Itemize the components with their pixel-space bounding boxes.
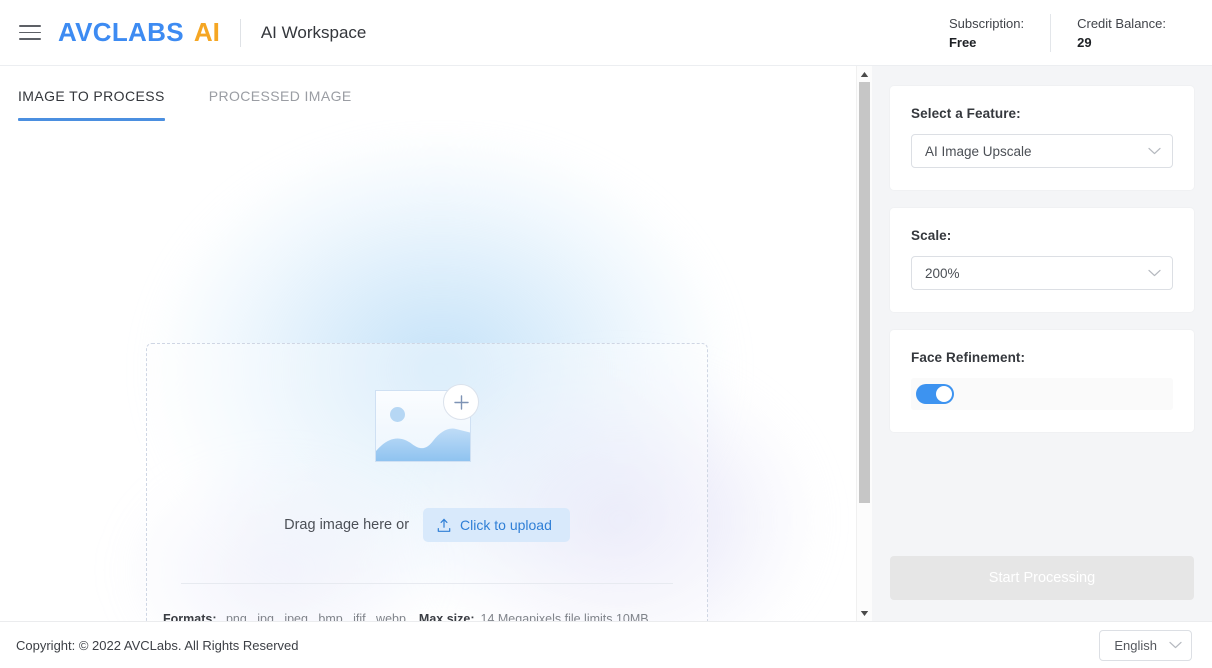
language-select-value: English <box>1114 637 1157 653</box>
feature-card: Select a Feature: AI Image Upscale <box>890 86 1194 190</box>
app-footer: Copyright: © 2022 AVCLabs. All Rights Re… <box>0 621 1212 668</box>
scrollbar-track[interactable] <box>857 82 873 605</box>
hamburger-line <box>19 31 41 34</box>
body: IMAGE TO PROCESS PROCESSED IMAGE Drag im… <box>0 66 1212 621</box>
dropzone-meta: Formats: .png, .jpg, .jpeg, .bmp, .jfif,… <box>147 612 707 621</box>
hamburger-line <box>19 38 41 40</box>
click-to-upload-label: Click to upload <box>460 517 552 533</box>
formats-value: .png, .jpg, .jpeg, .bmp, .jfif, .webp <box>222 612 406 621</box>
upload-icon <box>437 518 451 532</box>
header-right: Subscription: Free Credit Balance: 29 <box>923 13 1192 52</box>
hamburger-line <box>19 25 41 27</box>
settings-panel: Select a Feature: AI Image Upscale Scale… <box>872 66 1212 621</box>
chevron-down-icon <box>1148 147 1161 155</box>
dropzone-divider <box>181 583 673 584</box>
caret-down-icon <box>860 610 869 616</box>
max-size-value: 14 Megapixels file limits 10MB <box>480 612 649 621</box>
app-header: AVCLABS AI AI Workspace Subscription: Fr… <box>0 0 1212 66</box>
main-content: IMAGE TO PROCESS PROCESSED IMAGE Drag im… <box>0 66 856 621</box>
feature-select[interactable]: AI Image Upscale <box>911 134 1173 168</box>
scrollbar-down-button[interactable] <box>857 605 873 621</box>
face-refinement-label: Face Refinement: <box>911 350 1026 365</box>
image-dropzone[interactable]: Drag image here or Click to upload Forma… <box>146 343 708 621</box>
scale-select[interactable]: 200% <box>911 256 1173 290</box>
upload-canvas: Drag image here or Click to upload Forma… <box>0 120 856 621</box>
language-select[interactable]: English <box>1099 629 1192 661</box>
formats-label: Formats: <box>163 612 217 621</box>
click-to-upload-button[interactable]: Click to upload <box>423 508 570 542</box>
scrollbar-up-button[interactable] <box>857 66 873 82</box>
credit-balance-label: Credit Balance: <box>1077 15 1166 31</box>
app-root: AVCLABS AI AI Workspace Subscription: Fr… <box>0 0 1212 668</box>
tab-bar: IMAGE TO PROCESS PROCESSED IMAGE <box>0 66 856 121</box>
chevron-down-icon <box>1169 636 1182 654</box>
drag-hint-label: Drag image here or <box>284 517 410 533</box>
caret-up-icon <box>860 71 869 77</box>
tab-image-to-process[interactable]: IMAGE TO PROCESS <box>18 88 165 121</box>
image-placeholder-sun-icon <box>390 407 405 422</box>
image-placeholder-icon <box>375 384 479 462</box>
chevron-down-icon <box>1148 269 1161 277</box>
page-title: AI Workspace <box>260 22 367 42</box>
copyright-text: Copyright: © 2022 AVCLabs. All Rights Re… <box>16 637 299 653</box>
subscription-value: Free <box>948 34 977 50</box>
subscription-status: Subscription: Free <box>923 14 1050 52</box>
scale-label: Scale: <box>911 228 952 243</box>
drag-upload-row: Drag image here or Click to upload <box>284 508 570 542</box>
face-refinement-card: Face Refinement: <box>890 330 1194 432</box>
scale-select-value: 200% <box>925 265 960 281</box>
logo-ai[interactable]: AI <box>194 17 220 48</box>
tab-processed-image[interactable]: PROCESSED IMAGE <box>209 88 352 120</box>
scrollbar-thumb[interactable] <box>858 82 870 503</box>
credit-balance-value: 29 <box>1077 34 1092 50</box>
start-processing-button[interactable]: Start Processing <box>890 556 1194 600</box>
feature-label: Select a Feature: <box>911 106 1021 121</box>
toggle-knob <box>936 386 952 402</box>
credit-balance: Credit Balance: 29 <box>1051 14 1192 52</box>
max-size-label: Max size: <box>418 612 475 621</box>
subscription-label: Subscription: <box>948 15 1025 31</box>
main-scrollbar[interactable] <box>856 66 872 621</box>
face-refinement-toggle[interactable] <box>916 384 954 404</box>
header-divider <box>239 18 241 47</box>
feature-select-value: AI Image Upscale <box>925 143 1032 159</box>
scale-card: Scale: 200% <box>890 208 1194 312</box>
plus-circle-icon[interactable] <box>443 384 479 420</box>
image-placeholder-mountain-icon <box>376 428 470 461</box>
logo-avclabs[interactable]: AVCLABS <box>58 17 184 48</box>
face-refinement-toggle-row <box>911 378 1173 410</box>
hamburger-icon[interactable] <box>14 17 46 49</box>
